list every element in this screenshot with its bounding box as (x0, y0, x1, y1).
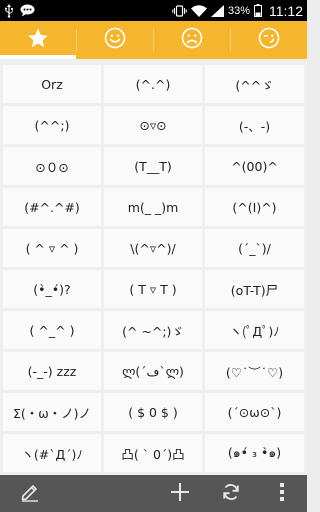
sad-face-icon (181, 27, 203, 53)
emoticon-cell[interactable]: (#^.^#) (3, 188, 101, 226)
refresh-icon (221, 482, 241, 506)
emoticon-cell[interactable]: ヽ(ﾟДﾟ)ﾉ (205, 311, 304, 349)
status-bar: 33% 11:12 (0, 0, 307, 21)
battery-percent: 33% (227, 4, 250, 17)
emoticon-cell[interactable]: Σ(・ω・ノ)ノ (3, 393, 101, 431)
tab-wink[interactable] (231, 21, 307, 59)
usb-icon (4, 3, 14, 18)
edit-icon (20, 482, 40, 506)
vibrate-icon (172, 4, 187, 17)
emoticon-cell[interactable]: (-_-) zzz (3, 352, 101, 390)
bottom-action-bar (0, 475, 307, 512)
emoticon-cell[interactable]: ⊙０⊙ (3, 147, 101, 185)
emoticon-cell[interactable]: (^ ~^;)ゞ (104, 311, 202, 349)
emoticon-cell[interactable]: (๑•́ ₃ •̀๑) (205, 434, 304, 472)
emoticon-cell[interactable]: (oT-T)尸 (205, 270, 304, 308)
add-button[interactable] (155, 475, 205, 512)
refresh-button[interactable] (205, 475, 257, 512)
emoticon-cell[interactable]: ⊙▿⊙ (104, 106, 202, 144)
emoticon-cell[interactable]: ^(00)^ (205, 147, 304, 185)
status-left-icons (4, 3, 35, 18)
clock: 11:12 (269, 2, 303, 19)
emoticon-cell[interactable]: ( ^ ▿ ^ ) (3, 229, 101, 267)
emoticon-cell[interactable]: ლ(´ڡ`ლ) (104, 352, 202, 390)
wink-face-icon (258, 27, 280, 53)
tab-sad[interactable] (154, 21, 230, 59)
emoticon-cell[interactable]: (T__T) (104, 147, 202, 185)
emoticon-cell[interactable]: (-、-) (205, 106, 304, 144)
emoticon-cell[interactable]: (•̀_•́)? (3, 270, 101, 308)
edit-button[interactable] (0, 475, 60, 512)
star-icon (27, 27, 49, 53)
chat-icon (20, 4, 35, 17)
emoticon-cell[interactable]: Orz (3, 65, 101, 103)
emoticon-cell[interactable]: m(_ _)m (104, 188, 202, 226)
emoticon-cell[interactable]: (^(I)^) (205, 188, 304, 226)
overflow-menu-icon (279, 482, 285, 506)
tab-favorites[interactable] (0, 21, 76, 59)
emoticon-cell[interactable]: ヽ(#`Д´)ﾉ (3, 434, 101, 472)
overflow-menu-button[interactable] (257, 475, 307, 512)
emoticon-cell[interactable]: (♡˙︶˙♡) (205, 352, 304, 390)
emoticon-cell[interactable]: (^^ゞ (205, 65, 304, 103)
emoticon-cell[interactable]: (´_`)/ (205, 229, 304, 267)
emoticon-cell[interactable]: (^.^) (104, 65, 202, 103)
emoticon-list[interactable]: Orz (^.^) (^^ゞ (^^;) ⊙▿⊙ (-、-) ⊙０⊙ (T__T) ^(00)^… (0, 59, 307, 475)
emoticon-cell[interactable]: (´⊙ω⊙`) (205, 393, 304, 431)
emoticon-cell[interactable]: 凸( ` 0´)凸 (104, 434, 202, 472)
emoticon-grid: Orz (^.^) (^^ゞ (^^;) ⊙▿⊙ (-、-) ⊙０⊙ (T__T) ^(00)^… (3, 65, 304, 475)
emoticon-cell[interactable]: ( T ▿ T ) (104, 270, 202, 308)
battery-icon (254, 4, 262, 17)
smile-face-icon (104, 27, 126, 53)
emoticon-cell[interactable]: ( ^_^ ) (3, 311, 101, 349)
emoticon-cell[interactable]: (^^;) (3, 106, 101, 144)
signal-icon (210, 4, 224, 17)
status-right-icons: 33% 11:12 (172, 3, 303, 19)
add-icon (169, 481, 191, 507)
tab-happy[interactable] (77, 21, 153, 59)
wifi-icon (190, 4, 207, 17)
category-tab-bar (0, 21, 307, 59)
emoticon-cell[interactable]: ( $ 0 $ ) (104, 393, 202, 431)
emoticon-cell[interactable]: \(^▿^)/ (104, 229, 202, 267)
